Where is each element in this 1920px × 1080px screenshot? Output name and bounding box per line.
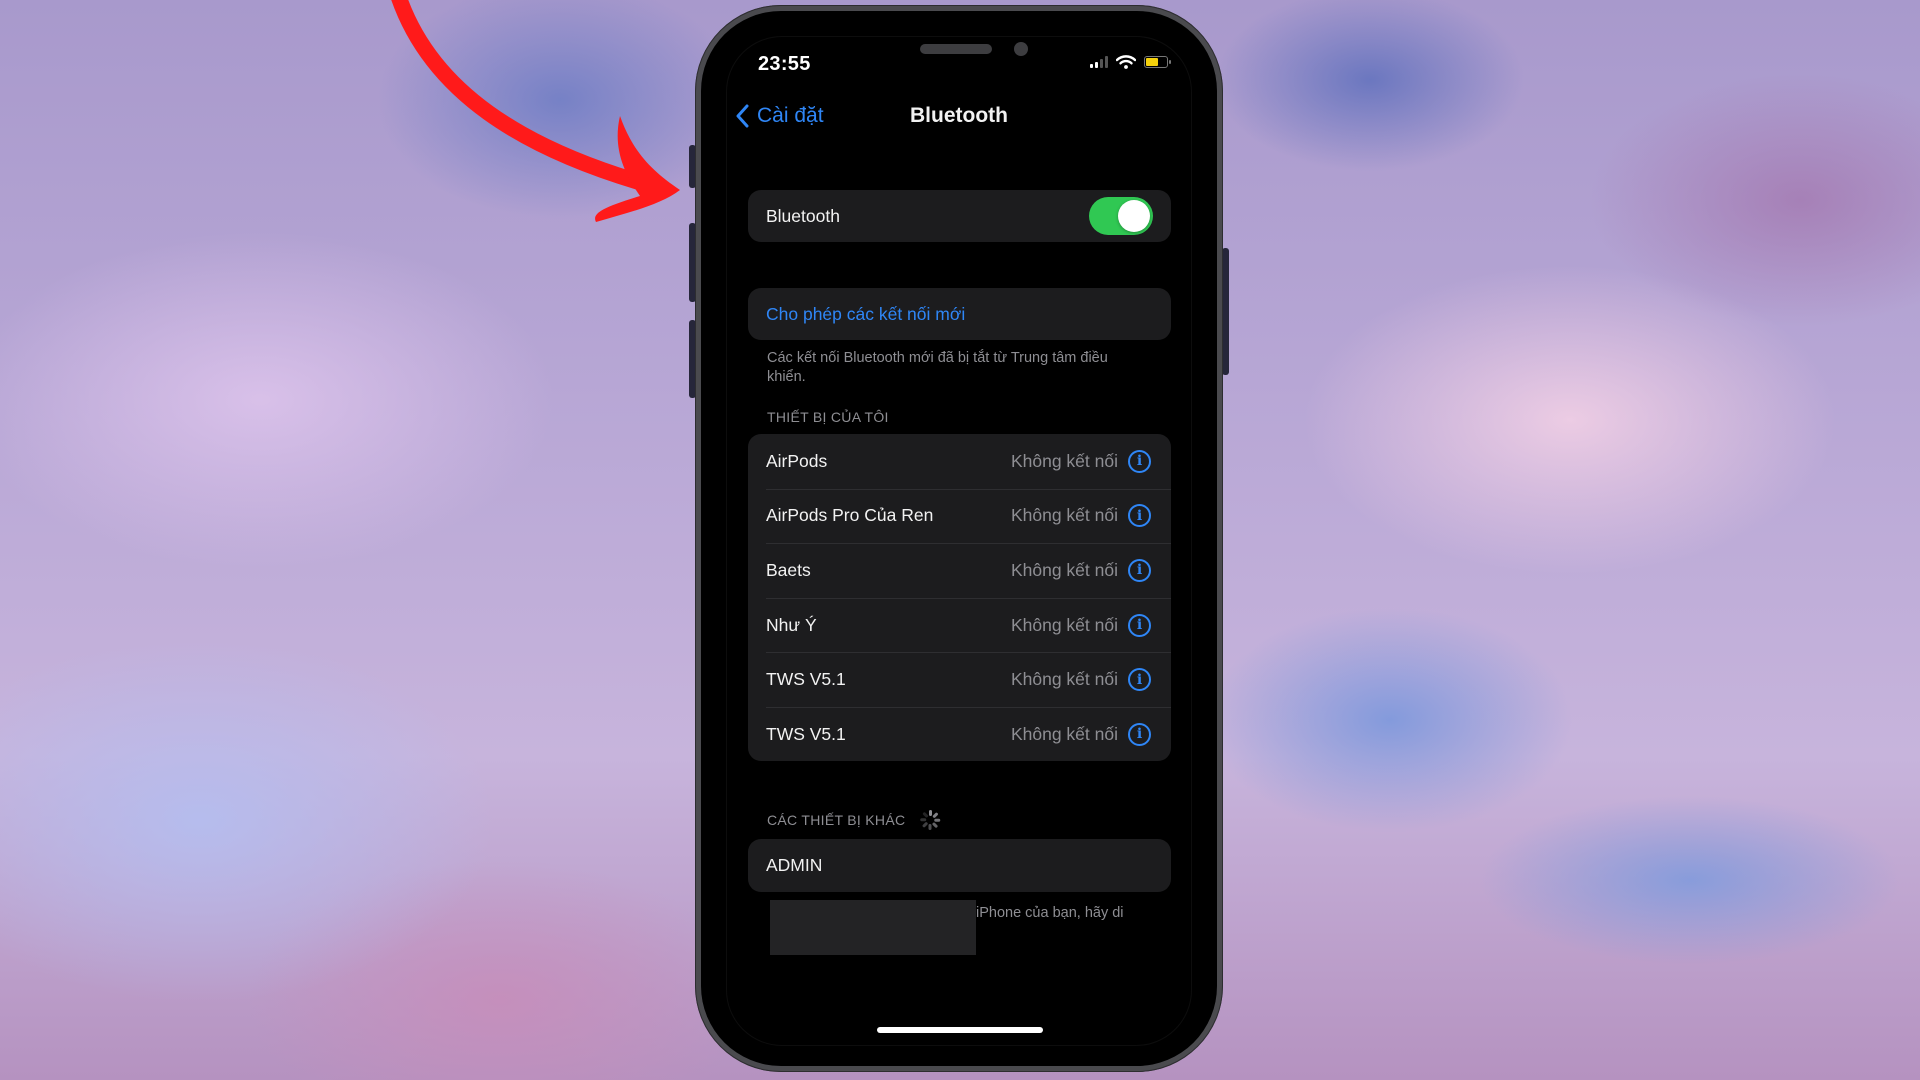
- status-time: 23:55: [758, 53, 811, 75]
- device-name: AirPods: [766, 450, 828, 471]
- allow-new-connections-card: Cho phép các kết nối mới: [748, 288, 1171, 340]
- device-status: Không kết nối: [1010, 723, 1118, 744]
- device-row[interactable]: AirPods Không kết nối i: [748, 434, 1171, 489]
- info-icon[interactable]: i: [1128, 504, 1151, 528]
- battery-level: [1146, 58, 1158, 66]
- my-devices-header: THIẾT BỊ CỦA TÔI: [767, 409, 889, 425]
- wifi-icon: [1116, 55, 1136, 69]
- device-status: Không kết nối: [1010, 450, 1118, 471]
- other-device-row[interactable]: ADMIN: [748, 839, 1171, 892]
- other-devices-footnote: iPhone của bạn, hãy di: [976, 904, 1146, 923]
- device-status: Không kết nối: [1010, 505, 1118, 526]
- other-devices-list: ADMIN: [748, 839, 1171, 892]
- bluetooth-toggle-card: Bluetooth: [748, 190, 1171, 242]
- my-devices-list: AirPods Không kết nối i AirPods Pro Của …: [748, 434, 1171, 761]
- other-devices-header: CÁC THIẾT BỊ KHÁC: [767, 809, 941, 831]
- other-device-name: ADMIN: [766, 855, 823, 875]
- loading-spinner-icon: [919, 809, 941, 831]
- info-icon[interactable]: i: [1128, 449, 1151, 473]
- status-icons: [1090, 55, 1171, 69]
- other-devices-footnote-text: iPhone của bạn, hãy di: [976, 905, 1124, 921]
- battery-cap: [1169, 60, 1171, 64]
- info-icon[interactable]: i: [1128, 722, 1151, 746]
- device-status: Không kết nối: [1010, 614, 1118, 635]
- signal-bar: [1095, 62, 1098, 68]
- cellular-signal-icon: [1090, 56, 1108, 68]
- info-icon[interactable]: i: [1128, 558, 1151, 582]
- device-row[interactable]: TWS V5.1 Không kết nối i: [748, 652, 1171, 707]
- device-row[interactable]: TWS V5.1 Không kết nối i: [748, 706, 1171, 762]
- device-status: Không kết nối: [1010, 559, 1118, 580]
- device-name: Như Ý: [766, 614, 817, 635]
- signal-bar: [1100, 59, 1103, 68]
- info-icon[interactable]: i: [1128, 613, 1151, 637]
- power-button: [1222, 248, 1229, 375]
- allow-new-connections-button[interactable]: Cho phép các kết nối mới: [748, 288, 1171, 340]
- page-title: Bluetooth: [910, 104, 1008, 127]
- device-row[interactable]: Như Ý Không kết nối i: [748, 597, 1171, 653]
- device-name: AirPods Pro Của Ren: [766, 505, 934, 526]
- my-devices-header-label: THIẾT BỊ CỦA TÔI: [767, 409, 889, 425]
- annotation-arrow-shaft: [391, 0, 668, 196]
- device-name: TWS V5.1: [766, 669, 846, 690]
- earpiece-speaker: [920, 44, 992, 54]
- allow-new-connections-label: Cho phép các kết nối mới: [766, 303, 966, 324]
- signal-bar: [1105, 56, 1108, 68]
- device-row[interactable]: AirPods Pro Của Ren Không kết nối i: [748, 488, 1171, 544]
- info-icon[interactable]: i: [1128, 668, 1151, 692]
- home-indicator[interactable]: [877, 1027, 1043, 1033]
- signal-bar: [1090, 64, 1093, 68]
- annotation-arrow-head: [595, 116, 680, 222]
- switch-knob: [1118, 200, 1150, 232]
- device-row[interactable]: Baets Không kết nối i: [748, 543, 1171, 598]
- battery-icon: [1144, 56, 1171, 68]
- redaction-box: [770, 900, 976, 955]
- device-name: Baets: [766, 559, 811, 580]
- front-camera: [1014, 42, 1028, 56]
- device-name: TWS V5.1: [766, 723, 846, 744]
- device-status: Không kết nối: [1010, 669, 1118, 690]
- bluetooth-switch[interactable]: [1089, 197, 1153, 235]
- allow-new-footnote: Các kết nối Bluetooth mới đã bị tắt từ T…: [767, 350, 1108, 385]
- other-devices-header-label: CÁC THIẾT BỊ KHÁC: [767, 812, 906, 828]
